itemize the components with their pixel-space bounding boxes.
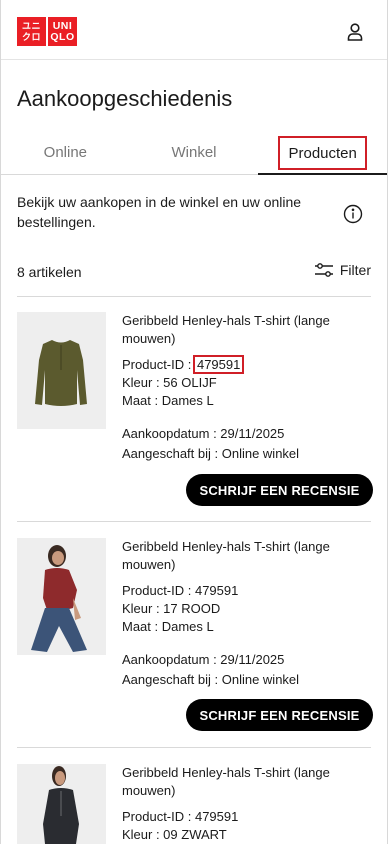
- product-image[interactable]: [17, 538, 106, 655]
- product-size: Maat : Dames L: [122, 393, 214, 408]
- logo-text-box: UNI QLO: [48, 17, 77, 46]
- intro-text: Bekijk uw aankopen in de winkel en uw on…: [17, 194, 302, 230]
- user-icon: [347, 23, 363, 41]
- tab-winkel-label: Winkel: [171, 144, 217, 161]
- product-name[interactable]: Geribbeld Henley-hals T-shirt (lange mou…: [122, 538, 352, 574]
- divider: [17, 296, 371, 297]
- purchase-location: Aangeschaft bij : Online winkel: [122, 446, 300, 461]
- info-icon: [343, 204, 363, 224]
- write-review-button[interactable]: SCHRIJF EEN RECENSIE: [186, 474, 373, 506]
- product-id-value: 479591: [194, 809, 239, 824]
- account-button[interactable]: [343, 20, 367, 44]
- product-image[interactable]: [17, 764, 106, 844]
- divider: [17, 521, 371, 522]
- divider: [17, 747, 371, 748]
- list-item: Geribbeld Henley-hals T-shirt (lange mou…: [17, 538, 373, 734]
- purchase-details: Aankoopdatum : 29/11/2025 Aangeschaft bi…: [122, 650, 352, 690]
- filter-button[interactable]: Filter: [314, 262, 371, 278]
- model-image: [17, 538, 106, 655]
- purchase-date: Aankoopdatum : 29/11/2025: [122, 426, 285, 441]
- purchase-details: Aankoopdatum : 29/11/2025 Aangeschaft bi…: [122, 424, 352, 464]
- product-info: Geribbeld Henley-hals T-shirt (lange mou…: [122, 312, 352, 464]
- list-item: Geribbeld Henley-hals T-shirt (lange mou…: [17, 764, 373, 844]
- tab-winkel[interactable]: Winkel: [130, 131, 259, 174]
- tab-bar: Online Winkel Producten: [1, 131, 387, 175]
- item-count: 8 artikelen: [17, 264, 82, 280]
- product-id-line: Product-ID : 479591: [122, 583, 239, 598]
- sliders-icon: [314, 263, 333, 277]
- model-image: [17, 764, 106, 844]
- product-color: Kleur : 17 ROOD: [122, 601, 221, 616]
- purchase-location: Aangeschaft bij : Online winkel: [122, 672, 300, 687]
- product-color: Kleur : 56 OLIJF: [122, 375, 217, 390]
- product-id-value: 479591: [192, 355, 245, 374]
- product-size: Maat : Dames L: [122, 619, 214, 634]
- product-image[interactable]: [17, 312, 106, 429]
- top-bar: ユニ クロ UNI QLO: [1, 0, 387, 60]
- product-name[interactable]: Geribbeld Henley-hals T-shirt (lange mou…: [122, 764, 352, 800]
- product-info: Geribbeld Henley-hals T-shirt (lange mou…: [122, 764, 352, 844]
- product-id-value: 479591: [194, 583, 239, 598]
- shirt-image: [17, 312, 106, 429]
- tab-producten-label: Producten: [278, 135, 367, 170]
- info-button[interactable]: [343, 204, 363, 224]
- product-id-line: Product-ID : 479591: [122, 355, 245, 374]
- write-review-button[interactable]: SCHRIJF EEN RECENSIE: [186, 699, 373, 731]
- product-info: Geribbeld Henley-hals T-shirt (lange mou…: [122, 538, 352, 690]
- page: ユニ クロ UNI QLO Aankoopgeschiedenis Online…: [0, 0, 388, 844]
- page-title: Aankoopgeschiedenis: [17, 86, 233, 111]
- uniqlo-logo[interactable]: ユニ クロ UNI QLO: [17, 17, 77, 46]
- list-item: Geribbeld Henley-hals T-shirt (lange mou…: [17, 312, 373, 508]
- product-name[interactable]: Geribbeld Henley-hals T-shirt (lange mou…: [122, 312, 352, 348]
- tab-online-label: Online: [43, 144, 88, 161]
- product-color: Kleur : 09 ZWART: [122, 827, 227, 842]
- purchase-date: Aankoopdatum : 29/11/2025: [122, 652, 285, 667]
- filter-label: Filter: [339, 262, 371, 278]
- tab-producten[interactable]: Producten: [258, 131, 387, 175]
- tab-online[interactable]: Online: [1, 131, 130, 174]
- logo-kanji-box: ユニ クロ: [17, 17, 46, 46]
- product-id-line: Product-ID : 479591: [122, 809, 239, 824]
